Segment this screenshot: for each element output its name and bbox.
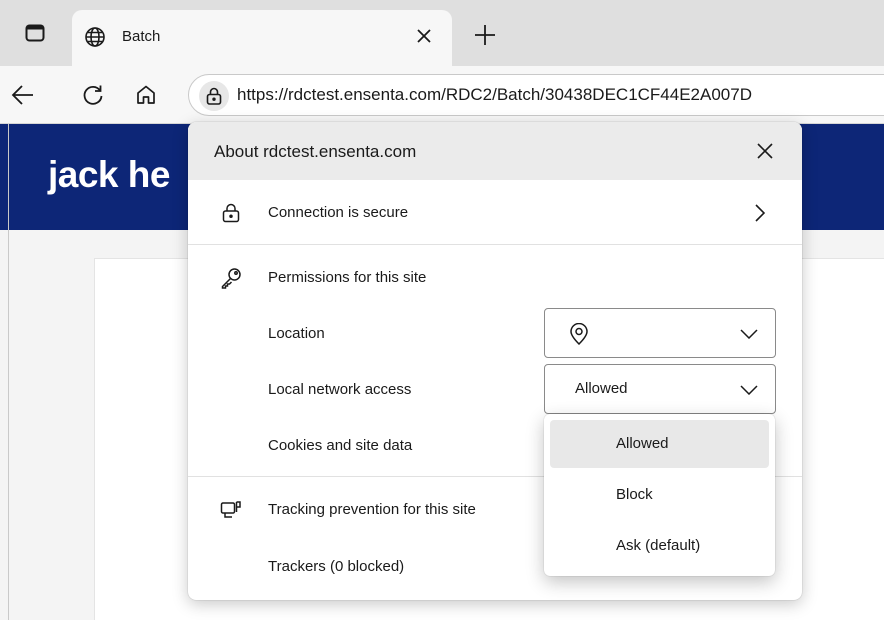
menu-option-block[interactable]: Block (550, 471, 769, 519)
permission-dropdown-menu: Allowed Block Ask (default) (544, 414, 775, 576)
refresh-button[interactable] (78, 80, 108, 110)
permissions-heading: Permissions for this site (268, 269, 427, 286)
back-arrow-icon (11, 85, 33, 105)
local-network-access-select[interactable]: Allowed (544, 364, 776, 414)
menu-option-label: Block (616, 486, 653, 503)
menu-option-allowed[interactable]: Allowed (550, 420, 769, 468)
divider (188, 244, 802, 245)
trackers-count-label[interactable]: Trackers (0 blocked) (268, 558, 404, 575)
cookies-site-data-label[interactable]: Cookies and site data (268, 437, 412, 454)
tab-bar: Batch (0, 0, 884, 66)
close-icon (417, 29, 431, 43)
globe-icon (84, 26, 106, 48)
key-icon (220, 267, 242, 289)
new-tab-button[interactable] (472, 22, 498, 48)
lock-icon (220, 202, 242, 224)
address-bar[interactable]: https://rdctest.ensenta.com/RDC2/Batch/3… (188, 74, 884, 116)
location-label: Location (268, 325, 325, 342)
tracking-prevention-heading: Tracking prevention for this site (268, 501, 476, 518)
tab-title: Batch (122, 28, 161, 45)
url-text[interactable]: https://rdctest.ensenta.com/RDC2/Batch/3… (237, 85, 752, 105)
popup-title: About rdctest.ensenta.com (214, 142, 417, 161)
brand-logo: jack he (48, 154, 170, 195)
local-network-access-value: Allowed (575, 380, 628, 397)
close-icon (757, 143, 773, 159)
connection-secure-row[interactable]: Connection is secure (188, 184, 802, 242)
menu-option-label: Allowed (616, 435, 669, 452)
menu-option-label: Ask (default) (616, 537, 701, 554)
page-left-border (8, 124, 9, 620)
browser-tab[interactable]: Batch (72, 10, 452, 66)
site-info-button[interactable] (199, 81, 229, 111)
popup-close-button[interactable] (752, 138, 778, 164)
menu-option-ask-default[interactable]: Ask (default) (550, 522, 769, 570)
tracking-prevention-icon (220, 499, 242, 521)
connection-secure-label: Connection is secure (268, 204, 409, 221)
chevron-down-icon (739, 380, 759, 400)
home-button[interactable] (131, 80, 161, 110)
popup-header: About rdctest.ensenta.com (188, 122, 802, 180)
tab-actions-button[interactable] (18, 18, 52, 52)
chevron-right-icon (750, 202, 770, 224)
plus-icon (475, 25, 495, 45)
tab-actions-icon (25, 24, 45, 47)
home-icon (137, 85, 155, 104)
back-button[interactable] (8, 80, 38, 110)
browser-toolbar: https://rdctest.ensenta.com/RDC2/Batch/3… (0, 66, 884, 124)
lock-icon (206, 87, 222, 105)
chevron-down-icon (739, 324, 759, 344)
location-pin-icon (567, 322, 591, 346)
refresh-icon (83, 85, 103, 105)
local-network-access-label: Local network access (268, 381, 412, 398)
tab-close-button[interactable] (412, 24, 436, 48)
location-permission-select[interactable] (544, 308, 776, 358)
